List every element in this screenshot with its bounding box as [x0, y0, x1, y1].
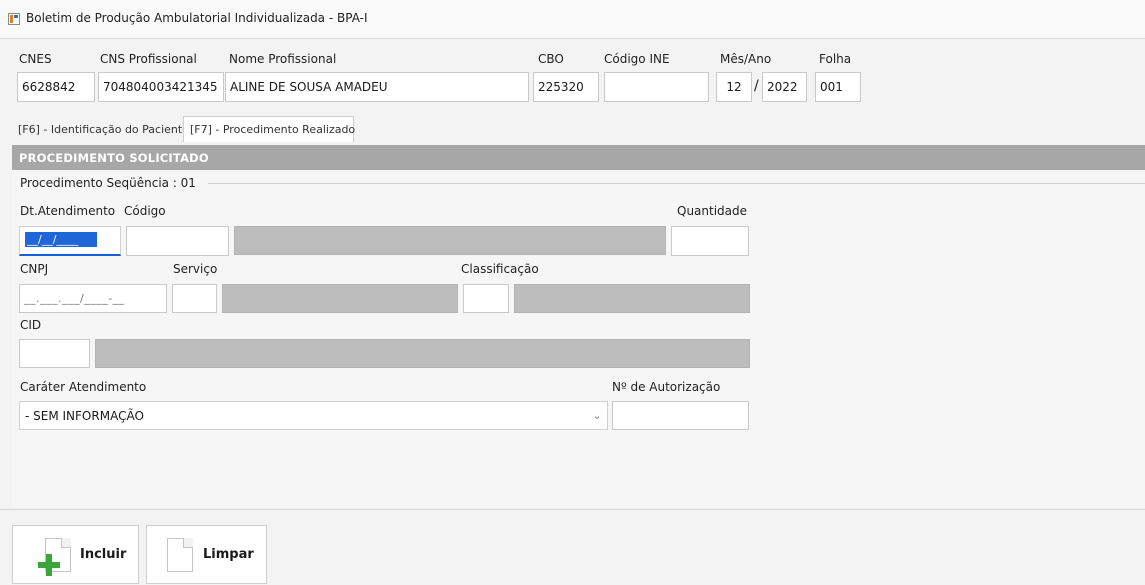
incluir-button[interactable]: Incluir [12, 525, 139, 584]
cnes-field[interactable]: 6628842 [17, 72, 95, 102]
cnpj-mask: __.___.___/____-__ [24, 292, 125, 305]
codigo-input[interactable] [126, 226, 229, 256]
tab-procedimento-realizado[interactable]: [F7] - Procedimento Realizado [183, 116, 356, 142]
title-bar: Boletim de Produção Ambulatorial Individ… [0, 0, 1145, 39]
dt-atendimento-input[interactable]: __/__/____ [19, 226, 121, 256]
limpar-label: Limpar [203, 547, 254, 562]
incluir-label: Incluir [80, 547, 127, 562]
section-header: PROCEDIMENTO SOLICITADO [12, 145, 1145, 170]
codigo-ine-field[interactable] [604, 72, 709, 102]
dt-atendimento-mask: __/__/____ [25, 232, 97, 247]
tab-label: [F6] - Identificação do Paciente [18, 122, 189, 136]
cns-profissional-label: CNS Profissional [100, 52, 197, 66]
quantidade-label: Quantidade [677, 204, 748, 218]
folha-value: 001 [820, 80, 843, 94]
chevron-down-icon[interactable]: ⌄ [587, 409, 607, 422]
folha-label: Folha [819, 52, 852, 66]
limpar-button[interactable]: Limpar [146, 525, 267, 584]
carater-atendimento-selected: - SEM INFORMAÇÃO [25, 408, 144, 423]
cnes-label: CNES [19, 52, 52, 66]
footer-divider [0, 509, 1145, 510]
servico-label: Serviço [173, 262, 218, 276]
nome-profissional-label: Nome Profissional [229, 52, 337, 66]
classificacao-label: Classificação [461, 262, 539, 276]
codigo-ine-label: Código INE [604, 52, 670, 66]
num-autorizacao-input[interactable] [612, 401, 749, 430]
cid-label: CID [20, 318, 42, 332]
cnpj-input[interactable]: __.___.___/____-__ [19, 284, 167, 313]
cid-input[interactable] [19, 339, 90, 368]
classificacao-input[interactable] [463, 284, 509, 313]
num-autorizacao-label: Nº de Autorização [612, 380, 721, 394]
servico-descricao-field [222, 284, 458, 313]
nome-profissional-value: ALINE DE SOUSA AMADEU [230, 80, 388, 94]
cbo-label: CBO [538, 52, 564, 66]
cnpj-label: CNPJ [20, 262, 49, 276]
group-divider [208, 183, 1145, 184]
codigo-label: Código [124, 204, 166, 218]
app-icon [8, 13, 20, 25]
cbo-field[interactable]: 225320 [533, 72, 599, 102]
cnes-value: 6628842 [22, 80, 76, 94]
tab-label: [F7] - Procedimento Realizado [190, 123, 356, 136]
cid-descricao-field [95, 339, 750, 368]
cns-profissional-field[interactable]: 704804003421345 [98, 72, 224, 102]
servico-input[interactable] [172, 284, 217, 313]
nome-profissional-field[interactable]: ALINE DE SOUSA AMADEU [225, 72, 529, 102]
mes-field[interactable]: 12 [716, 72, 752, 102]
procedimento-descricao-field [234, 226, 666, 255]
group-label: Procedimento Seqüência : 01 [20, 176, 196, 190]
mes-value: 12 [726, 80, 742, 94]
mes-ano-separator: / [754, 78, 759, 94]
ano-field[interactable]: 2022 [762, 72, 807, 102]
window-title: Boletim de Produção Ambulatorial Individ… [26, 11, 368, 25]
quantidade-input[interactable] [671, 226, 749, 256]
document-add-icon [38, 537, 71, 576]
ano-value: 2022 [767, 80, 798, 94]
dt-atendimento-label: Dt.Atendimento [20, 204, 116, 218]
cbo-value: 225320 [538, 80, 584, 94]
carater-atendimento-select[interactable]: - SEM INFORMAÇÃO ⌄ [19, 401, 608, 430]
folha-field[interactable]: 001 [815, 72, 861, 102]
mes-ano-label: Mês/Ano [720, 52, 772, 66]
tab-identificacao-paciente[interactable]: [F6] - Identificação do Paciente [12, 116, 189, 142]
cns-profissional-value: 704804003421345 [103, 80, 218, 94]
document-icon [167, 537, 193, 572]
classificacao-descricao-field [514, 284, 750, 313]
carater-atendimento-label: Caráter Atendimento [20, 380, 147, 394]
